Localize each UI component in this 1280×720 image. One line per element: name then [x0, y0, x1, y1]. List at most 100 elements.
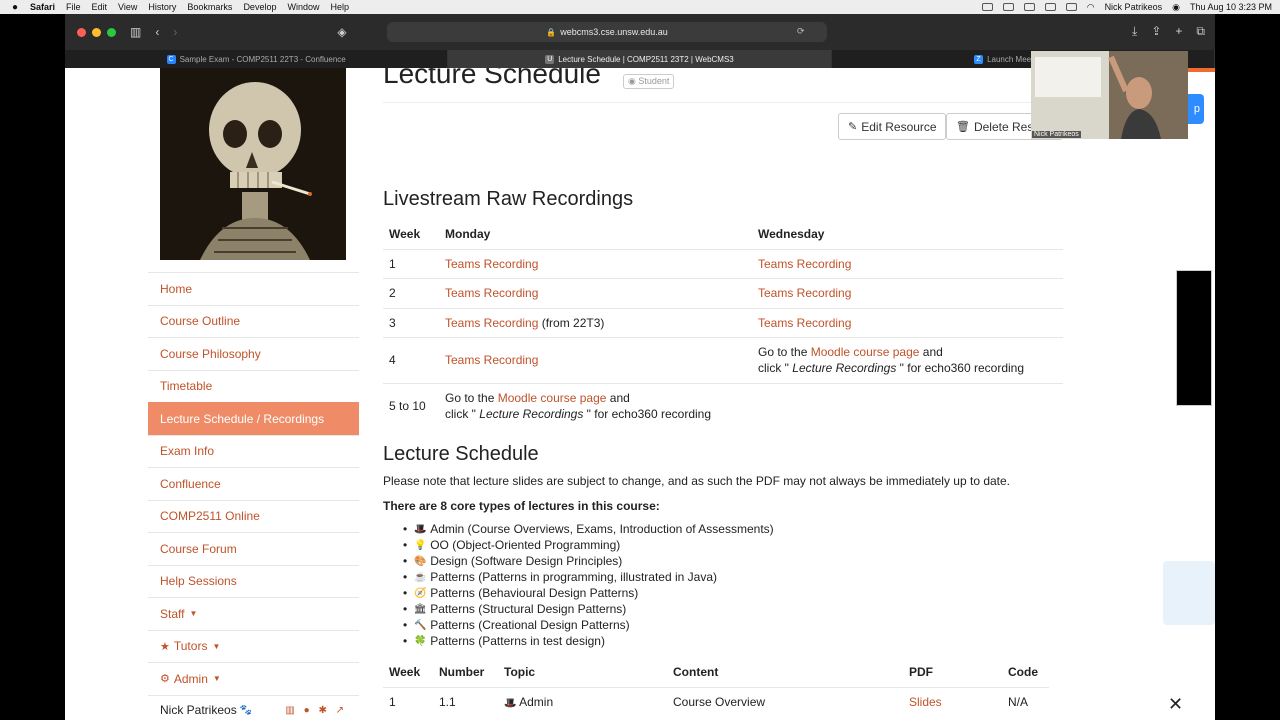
nav-confluence[interactable]: Confluence — [148, 467, 359, 500]
tab-label: Sample Exam - COMP2511 22T3 - Confluence — [179, 54, 346, 64]
nav-tutors[interactable]: ★ Tutors ▼ — [148, 629, 359, 663]
column-header-wednesday: Wednesday — [758, 226, 825, 241]
nav-course-philosophy[interactable]: Course Philosophy — [148, 337, 359, 370]
webcam-overlay[interactable]: Nick Patrikeos — [1031, 51, 1188, 139]
slides-link[interactable]: Slides — [909, 695, 942, 709]
lecture-type-icon: 🔨 — [413, 619, 427, 631]
window-controls — [77, 27, 116, 37]
week-cell: 3 — [383, 307, 439, 338]
table-row: 2 Teams Recording Teams Recording — [383, 278, 1063, 308]
wednesday-recording-link[interactable]: Teams Recording — [758, 286, 851, 300]
nav-staff[interactable]: Staff ▼ — [148, 597, 359, 630]
menu-history[interactable]: History — [148, 2, 176, 12]
status-icon[interactable] — [1002, 3, 1014, 11]
toolbar-actions: ⤓ ⇪ + ⧉ — [1132, 24, 1205, 39]
nav-course-outline[interactable]: Course Outline — [148, 304, 359, 338]
sidebar-user[interactable]: Nick Patrikeos 🐾 ▥ ● ✱ ↗ — [148, 694, 359, 720]
webcms-icon: U — [545, 54, 555, 64]
column-header-pdf: PDF — [909, 664, 933, 679]
lecture-type-icon: 🎨 — [413, 555, 427, 567]
content-cell: Course Overview — [667, 686, 903, 717]
menu-help[interactable]: Help — [330, 2, 349, 12]
nav-label: Home — [160, 281, 193, 296]
menu-window[interactable]: Window — [287, 2, 319, 12]
wifi-icon[interactable]: ◠ — [1087, 2, 1095, 13]
nav-lecture-schedule[interactable]: Lecture Schedule / Recordings — [148, 402, 359, 435]
tab-confluence[interactable]: C Sample Exam - COMP2511 22T3 - Confluen… — [65, 50, 449, 68]
confluence-icon: C — [166, 54, 176, 64]
list-item: 🎨Design (Software Design Principles) — [403, 553, 774, 569]
close-window-button[interactable] — [77, 27, 86, 37]
status-icon[interactable] — [981, 3, 993, 11]
menu-view[interactable]: View — [118, 2, 137, 12]
monday-recording-link[interactable]: Teams Recording — [445, 316, 538, 330]
caret-down-icon: ▼ — [212, 674, 221, 684]
moodle-course-link[interactable]: Moodle course page — [811, 345, 920, 359]
reload-icon[interactable]: ⟳ — [797, 26, 805, 37]
tab-webcms3[interactable]: U Lecture Schedule | COMP2511 23T2 | Web… — [448, 50, 832, 68]
lecture-type-label: Patterns (Creational Design Patterns) — [430, 618, 630, 632]
recordings-table: Week Monday Wednesday 1 Teams Recording … — [383, 219, 1063, 429]
nav-label: Exam Info — [160, 444, 215, 459]
lecture-type-label: OO (Object-Oriented Programming) — [430, 538, 621, 552]
nav-help-sessions[interactable]: Help Sessions — [148, 564, 359, 598]
menu-app-safari[interactable]: Safari — [30, 2, 55, 12]
apple-icon[interactable]: ● — [8, 2, 22, 13]
forward-icon[interactable]: › — [173, 25, 177, 39]
course-image — [160, 68, 346, 260]
wednesday-recording-link[interactable]: Teams Recording — [758, 257, 851, 271]
lecture-type-icon: 🍀 — [413, 635, 427, 647]
control-center-icon[interactable]: ◉ — [1172, 2, 1180, 13]
lock-icon: 🔒 — [546, 27, 557, 37]
menu-file[interactable]: File — [66, 2, 81, 12]
menu-edit[interactable]: Edit — [92, 2, 108, 12]
close-icon[interactable]: ✕ — [1168, 694, 1183, 715]
nav-admin[interactable]: ⚙ Admin ▼ — [148, 662, 359, 695]
edit-icon: ✎ — [848, 121, 858, 133]
battery-icon[interactable] — [1065, 3, 1077, 11]
nav-comp2511-online[interactable]: COMP2511 Online — [148, 499, 359, 533]
download-icon[interactable]: ⤓ — [1132, 24, 1137, 39]
goto-text: and — [919, 345, 943, 360]
new-tab-icon[interactable]: + — [1175, 24, 1182, 39]
monday-recording-link[interactable]: Teams Recording — [445, 257, 538, 271]
nav-home[interactable]: Home — [148, 272, 359, 305]
shield-icon[interactable]: ◈ — [337, 25, 346, 39]
monday-recording-link[interactable]: Teams Recording — [445, 353, 538, 367]
sidebar-toggle-icon[interactable]: ▥ — [130, 25, 141, 39]
minimize-window-button[interactable] — [92, 27, 101, 37]
monday-recording-link[interactable]: Teams Recording — [445, 286, 538, 300]
goto-text: Go to the — [758, 345, 811, 360]
tab-label: Lecture Schedule | COMP2511 23T2 | WebCM… — [558, 54, 734, 64]
menubar-clock[interactable]: Thu Aug 10 3:23 PM — [1190, 2, 1272, 12]
back-icon[interactable]: ‹ — [155, 25, 159, 39]
address-bar[interactable]: 🔒 webcms3.cse.unsw.edu.au — [387, 22, 827, 42]
menubar-user[interactable]: Nick Patrikeos — [1105, 2, 1163, 12]
nav-label: Timetable — [160, 379, 213, 394]
share-icon[interactable]: ⇪ — [1151, 24, 1161, 39]
wednesday-recording-link[interactable]: Teams Recording — [758, 316, 851, 330]
maximize-window-button[interactable] — [107, 27, 116, 37]
list-item: 💡OO (Object-Oriented Programming) — [403, 537, 774, 553]
nav-course-forum[interactable]: Course Forum — [148, 532, 359, 565]
menu-develop[interactable]: Develop — [243, 2, 276, 12]
lecture-type-icon: 🏛 — [413, 603, 427, 615]
edit-resource-button[interactable]: ✎ Edit Resource — [838, 113, 946, 140]
top-hat-icon: 🎩 — [504, 698, 517, 710]
menu-bookmarks[interactable]: Bookmarks — [187, 2, 232, 12]
nav-label: Course Forum — [160, 541, 237, 556]
table-row: 4 Teams Recording Go to the Moodle cours… — [383, 337, 1063, 383]
nav-label: Course Philosophy — [160, 346, 261, 361]
webcam-video — [1031, 51, 1188, 139]
topic-cell: 🎩 Admin — [498, 686, 667, 717]
user-action-icons[interactable]: ▥ ● ✱ ↗ — [285, 705, 347, 716]
list-item: ☕Patterns (Patterns in programming, illu… — [403, 569, 774, 585]
status-icon[interactable] — [1023, 3, 1035, 11]
status-icon[interactable] — [1044, 3, 1056, 11]
tab-overview-icon[interactable]: ⧉ — [1196, 24, 1205, 39]
nav-exam-info[interactable]: Exam Info — [148, 434, 359, 468]
nav-timetable[interactable]: Timetable — [148, 369, 359, 403]
moodle-course-link[interactable]: Moodle course page — [498, 391, 607, 405]
nav-label: COMP2511 Online — [160, 509, 260, 524]
list-item: 🧭Patterns (Behavioural Design Patterns) — [403, 585, 774, 601]
